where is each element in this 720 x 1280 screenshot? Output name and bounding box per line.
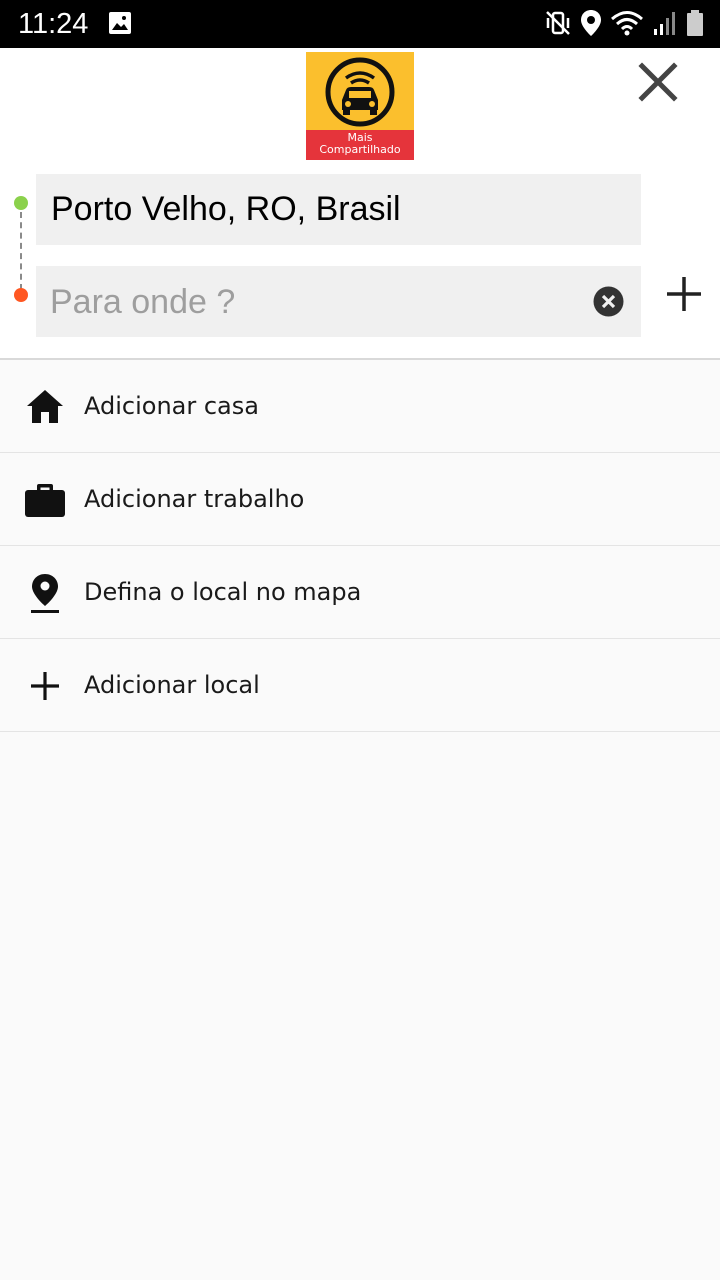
list-item-set-on-map[interactable]: Defina o local no mapa	[0, 546, 720, 639]
list-item-label: Defina o local no mapa	[84, 578, 362, 606]
clear-button[interactable]	[593, 286, 624, 317]
status-time: 11:24	[18, 8, 89, 40]
destination-field[interactable]	[36, 266, 641, 337]
close-button[interactable]	[636, 60, 680, 104]
destination-input[interactable]	[50, 276, 580, 328]
logo-text-line2: Compartilhado	[319, 143, 401, 156]
list-item-label: Adicionar local	[84, 671, 260, 699]
route-connector	[20, 212, 22, 290]
plus-icon	[667, 277, 701, 311]
destination-dot	[14, 288, 28, 302]
list-item-add-work[interactable]: Adicionar trabalho	[0, 453, 720, 546]
clear-icon	[593, 286, 624, 317]
trip-header: Mais Compartilhado Porto Velho, RO, Bras…	[0, 48, 720, 360]
origin-dot	[14, 196, 28, 210]
app-logo: Mais Compartilhado	[306, 52, 414, 160]
add-stop-button[interactable]	[664, 274, 704, 314]
home-icon	[24, 386, 66, 428]
signal-icon	[652, 9, 678, 41]
list-item-label: Adicionar trabalho	[84, 485, 305, 513]
close-icon	[638, 62, 678, 102]
location-icon	[580, 9, 602, 41]
taxi-icon	[325, 57, 395, 127]
status-bar: 11:24	[0, 0, 720, 48]
list-item-label: Adicionar casa	[84, 392, 259, 420]
list-item-add-home[interactable]: Adicionar casa	[0, 360, 720, 453]
shortcut-list: Adicionar casa Adicionar trabalho Defina…	[0, 360, 720, 732]
mute-vibrate-icon	[544, 9, 572, 41]
gallery-icon	[108, 11, 132, 39]
plus-icon	[24, 665, 66, 707]
briefcase-icon	[24, 479, 66, 521]
logo-text: Mais Compartilhado	[306, 132, 414, 156]
wifi-icon	[610, 9, 644, 41]
origin-value: Porto Velho, RO, Brasil	[51, 190, 401, 228]
battery-icon	[686, 9, 704, 41]
origin-field[interactable]: Porto Velho, RO, Brasil	[36, 174, 641, 245]
map-pin-icon	[24, 572, 66, 614]
list-item-add-place[interactable]: Adicionar local	[0, 639, 720, 732]
